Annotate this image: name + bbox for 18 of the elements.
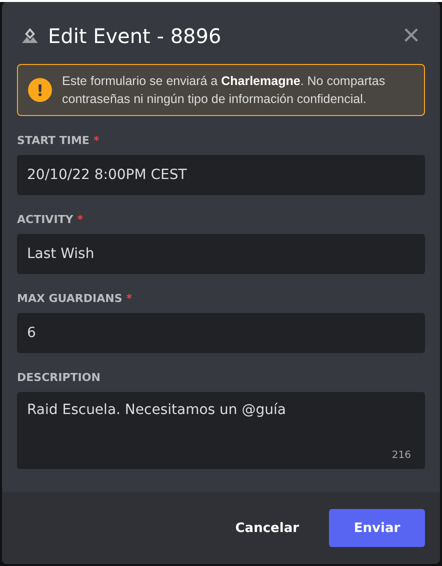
cancel-button[interactable]: Cancelar bbox=[215, 509, 319, 547]
notice-text: Este formulario se enviará a Charlemagne. No compartas contraseñas ni ningún tipo de información confidencial. bbox=[62, 73, 386, 108]
warning-icon: ! bbox=[28, 78, 52, 102]
text-field[interactable]: 20/10/22 8:00PM CEST bbox=[17, 155, 425, 195]
close-button[interactable]: × bbox=[402, 22, 420, 50]
field-label: DESCRIPTION bbox=[17, 371, 100, 384]
character-counter: 216 bbox=[392, 450, 411, 461]
text-field[interactable]: 6 bbox=[17, 313, 425, 353]
required-mark: * bbox=[126, 292, 132, 305]
required-mark: * bbox=[77, 213, 84, 226]
field-label: START TIME bbox=[17, 134, 90, 147]
field-label: ACTIVITY bbox=[17, 213, 74, 226]
text-field[interactable]: Last Wish bbox=[17, 234, 425, 274]
required-mark: * bbox=[93, 134, 100, 147]
dialog-title: Edit Event - 8896 bbox=[48, 24, 222, 48]
submit-button[interactable]: Enviar bbox=[329, 509, 425, 547]
emblem-icon bbox=[20, 26, 40, 46]
field-label: MAX GUARDIANS bbox=[17, 292, 122, 305]
